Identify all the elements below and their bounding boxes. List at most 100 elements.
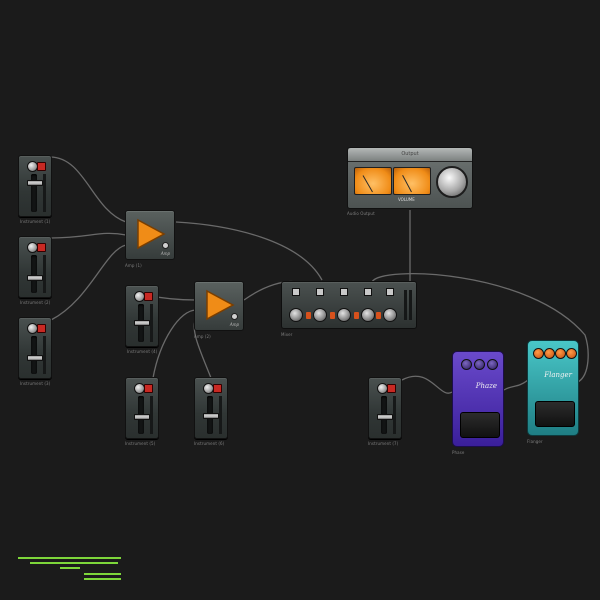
fader-caption: Instrument (7)	[368, 441, 399, 446]
cable	[50, 244, 127, 321]
fader-cap[interactable]	[27, 275, 43, 281]
flanger-pedal[interactable]: Flanger	[527, 340, 579, 436]
fader-cap[interactable]	[27, 355, 43, 361]
pedal-knob-icon[interactable]	[544, 348, 555, 359]
fader-module-5[interactable]	[125, 377, 159, 439]
mixer-caption: Mixer	[281, 332, 293, 337]
master-meter	[404, 290, 407, 320]
fader-track	[31, 255, 37, 293]
pedal-knob-icon[interactable]	[533, 348, 544, 359]
vu-label: VOLUME	[398, 197, 415, 202]
mute-button-icon[interactable]	[144, 292, 153, 301]
mixer-knob-icon[interactable]	[337, 308, 351, 322]
mixer-select-button[interactable]	[386, 288, 394, 296]
footswitch[interactable]	[460, 412, 500, 438]
legend-bar	[84, 578, 121, 580]
pedal-knob-icon[interactable]	[461, 359, 472, 370]
amp-knob-icon[interactable]	[162, 242, 169, 249]
mixer-knob-icon[interactable]	[383, 308, 397, 322]
mixer-led	[306, 312, 311, 319]
fader-cap[interactable]	[27, 180, 43, 186]
legend-bar	[60, 567, 80, 569]
level-meter	[43, 255, 46, 293]
mute-button-icon[interactable]	[213, 384, 222, 393]
cable	[152, 309, 197, 379]
output-title: Output	[401, 151, 419, 157]
pedal-knob-icon[interactable]	[474, 359, 485, 370]
fader-module-1[interactable]	[18, 155, 52, 217]
amp-caption: Amp (1)	[125, 263, 142, 268]
cable	[49, 156, 127, 223]
fader-caption: Instrument (3)	[20, 381, 51, 386]
mute-button-icon[interactable]	[37, 324, 46, 333]
amp-knob-icon[interactable]	[231, 313, 238, 320]
vu-meter-right	[393, 167, 431, 195]
mixer-channel[interactable]	[330, 288, 351, 324]
fader-caption: Instrument (4)	[127, 349, 158, 354]
level-meter	[393, 396, 396, 434]
phase-pedal[interactable]: Phaze	[452, 351, 504, 447]
mixer-knob-icon[interactable]	[361, 308, 375, 322]
pedal-knob-icon[interactable]	[487, 359, 498, 370]
fader-caption: Instrument (1)	[20, 219, 51, 224]
fader-module-6[interactable]	[194, 377, 228, 439]
fader-caption: Instrument (5)	[125, 441, 156, 446]
mute-button-icon[interactable]	[387, 384, 396, 393]
mixer-select-button[interactable]	[316, 288, 324, 296]
mixer-led	[376, 312, 381, 319]
amp-module-2[interactable]: Amp	[194, 281, 244, 331]
mixer-led	[330, 312, 335, 319]
pedal-knob-icon[interactable]	[555, 348, 566, 359]
fader-module-2[interactable]	[18, 236, 52, 298]
fader-caption: Instrument (2)	[20, 300, 51, 305]
cable	[503, 379, 529, 391]
fader-caption: Instrument (6)	[194, 441, 225, 446]
mixer-channel[interactable]	[306, 288, 327, 324]
vu-needle	[402, 174, 412, 193]
mixer-channel[interactable]	[354, 288, 375, 324]
amp-caption: Amp (2)	[194, 334, 211, 339]
pedal-caption: Phase	[452, 450, 465, 455]
mixer-knob-icon[interactable]	[313, 308, 327, 322]
mixer-select-button[interactable]	[364, 288, 372, 296]
fader-module-3[interactable]	[18, 317, 52, 379]
level-meter	[219, 396, 222, 434]
mixer-led	[354, 312, 359, 319]
mixer-knob-icon[interactable]	[289, 308, 303, 322]
mute-button-icon[interactable]	[37, 162, 46, 171]
fader-module-7[interactable]	[368, 377, 402, 439]
mute-button-icon[interactable]	[144, 384, 153, 393]
mixer-select-button[interactable]	[292, 288, 300, 296]
mixer-select-button[interactable]	[340, 288, 348, 296]
pedal-logo: Phaze	[475, 382, 497, 390]
fader-cap[interactable]	[134, 320, 150, 326]
vu-meter-left	[354, 167, 392, 195]
level-meter	[150, 304, 153, 342]
audio-output-module[interactable]: Output VOLUME	[347, 147, 473, 209]
fader-cap[interactable]	[134, 414, 150, 420]
mute-button-icon[interactable]	[37, 243, 46, 252]
pedal-knob-icon[interactable]	[566, 348, 577, 359]
patch-canvas[interactable]: Instrument (1) Instrument (2) Instrument…	[0, 0, 600, 600]
mixer-module[interactable]	[281, 281, 417, 329]
mixer-channel[interactable]	[288, 288, 303, 324]
master-volume-knob-icon[interactable]	[436, 166, 468, 198]
fader-module-4[interactable]	[125, 285, 159, 347]
amp-signature: Amp	[160, 251, 170, 256]
fader-cap[interactable]	[377, 414, 393, 420]
level-meter	[150, 396, 153, 434]
level-meter	[43, 174, 46, 212]
amp-module-1[interactable]: Amp	[125, 210, 175, 260]
pedal-caption: Flanger	[527, 439, 543, 444]
cable	[401, 375, 453, 394]
cable	[175, 221, 323, 281]
vu-needle	[362, 175, 373, 193]
footswitch[interactable]	[535, 401, 575, 427]
pedal-logo: Flanger	[544, 371, 572, 379]
mixer-channel[interactable]	[376, 288, 397, 324]
fader-cap[interactable]	[203, 413, 219, 419]
cable	[50, 232, 127, 239]
output-caption: Audio Output	[347, 211, 375, 216]
master-meter	[409, 290, 412, 320]
legend-bar	[18, 557, 121, 559]
